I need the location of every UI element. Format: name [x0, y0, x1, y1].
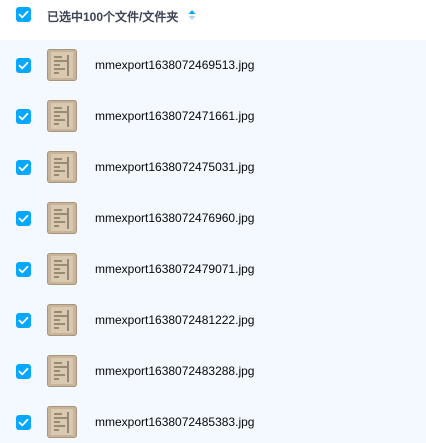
image-thumbnail-icon — [47, 151, 77, 183]
file-checkbox[interactable] — [16, 262, 31, 277]
file-row[interactable]: mmexport1638072471661.jpg — [0, 91, 426, 142]
image-thumbnail-icon — [47, 253, 77, 285]
sort-icon[interactable] — [188, 9, 196, 21]
check-icon — [18, 418, 29, 427]
check-icon — [18, 61, 29, 70]
file-checkbox[interactable] — [16, 415, 31, 430]
file-row[interactable]: mmexport1638072485383.jpg — [0, 397, 426, 443]
image-thumbnail-icon — [47, 406, 77, 438]
file-row[interactable]: mmexport1638072483288.jpg — [0, 346, 426, 397]
file-name: mmexport1638072475031.jpg — [95, 160, 255, 174]
file-name: mmexport1638072471661.jpg — [95, 109, 255, 123]
check-icon — [18, 10, 29, 19]
file-checkbox[interactable] — [16, 109, 31, 124]
check-icon — [18, 163, 29, 172]
file-row[interactable]: mmexport1638072476960.jpg — [0, 193, 426, 244]
file-name: mmexport1638072469513.jpg — [95, 58, 255, 72]
image-thumbnail-icon — [47, 355, 77, 387]
file-name: mmexport1638072479071.jpg — [95, 262, 255, 276]
check-icon — [18, 316, 29, 325]
image-thumbnail-icon — [47, 304, 77, 336]
file-row[interactable]: mmexport1638072469513.jpg — [0, 40, 426, 91]
file-checkbox[interactable] — [16, 313, 31, 328]
check-icon — [18, 265, 29, 274]
check-icon — [18, 367, 29, 376]
file-checkbox[interactable] — [16, 160, 31, 175]
check-icon — [18, 214, 29, 223]
select-all-checkbox[interactable] — [16, 7, 31, 22]
file-name: mmexport1638072483288.jpg — [95, 364, 255, 378]
file-checkbox[interactable] — [16, 58, 31, 73]
selection-count-text: 已选中100个文件/文件夹 — [47, 10, 179, 24]
file-checkbox[interactable] — [16, 211, 31, 226]
file-name: mmexport1638072476960.jpg — [95, 211, 255, 225]
selection-header: 已选中100个文件/文件夹 — [0, 0, 426, 30]
file-name: mmexport1638072485383.jpg — [95, 415, 255, 429]
file-row[interactable]: mmexport1638072479071.jpg — [0, 244, 426, 295]
image-thumbnail-icon — [47, 202, 77, 234]
file-list: mmexport1638072469513.jpg mmexport1638072… — [0, 40, 426, 443]
file-checkbox[interactable] — [16, 364, 31, 379]
file-name: mmexport1638072481222.jpg — [95, 313, 255, 327]
check-icon — [18, 112, 29, 121]
image-thumbnail-icon — [47, 49, 77, 81]
image-thumbnail-icon — [47, 100, 77, 132]
file-row[interactable]: mmexport1638072481222.jpg — [0, 295, 426, 346]
file-row[interactable]: mmexport1638072475031.jpg — [0, 142, 426, 193]
